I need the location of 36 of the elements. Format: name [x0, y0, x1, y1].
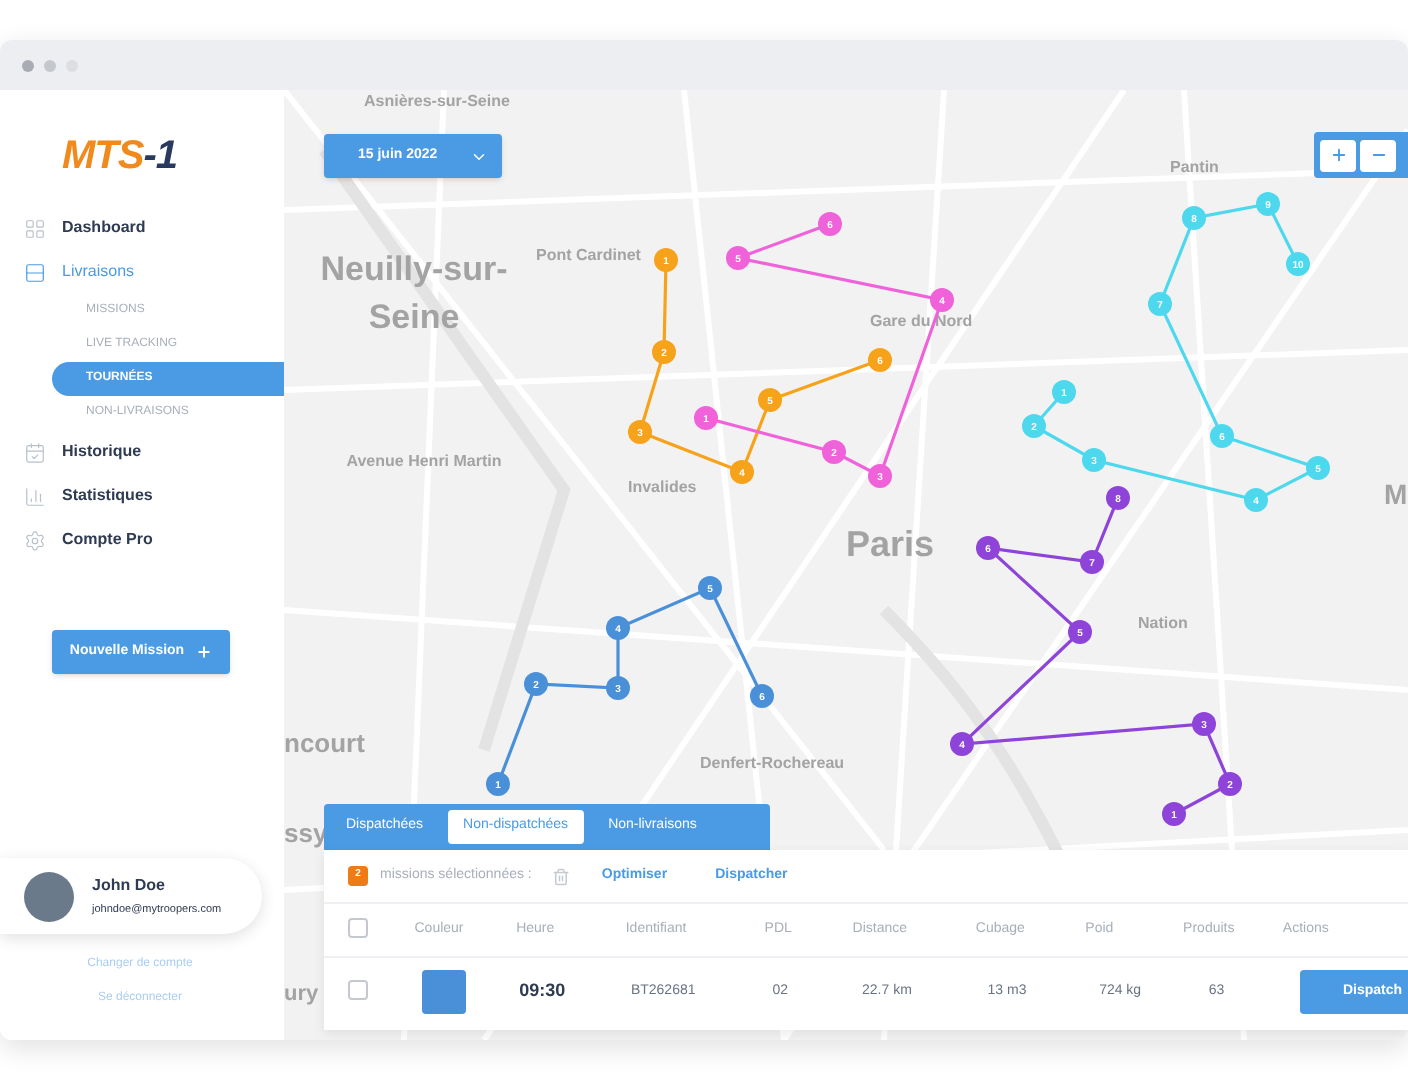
map-place-label: Nation [1138, 612, 1188, 636]
nav-item[interactable]: Compte Pro [62, 528, 153, 552]
trash-icon[interactable] [551, 867, 570, 885]
map-place-label: ssy [284, 816, 328, 852]
nav-item[interactable]: Dashboard [62, 216, 146, 240]
plus-icon [1329, 146, 1347, 164]
map-place-label: Pantin [1170, 156, 1219, 180]
map-place-label: M [1384, 476, 1408, 514]
gear-icon [24, 529, 46, 551]
bar-chart-icon [24, 485, 46, 507]
map-place-label: Gare du Nord [870, 310, 973, 334]
map-place-label: Invalides [628, 476, 697, 500]
nav-item[interactable]: Statistiques [62, 484, 153, 508]
calendar-icon [24, 441, 46, 463]
map-place-label: Asnières-sur-Seine [364, 90, 510, 114]
grid-icon [24, 217, 46, 239]
map-place-label: ncourt [284, 726, 365, 762]
zoom-out-button[interactable] [1360, 139, 1396, 171]
checkbox[interactable] [348, 918, 368, 938]
map-place-label: ury [284, 980, 319, 1010]
nav-item[interactable]: Historique [62, 440, 142, 464]
plus-icon [196, 644, 213, 660]
nav-item[interactable]: Livraisons [62, 260, 135, 284]
map-place-label: Denfert-Rochereau [700, 752, 845, 776]
zoom-in-button[interactable] [1320, 139, 1356, 171]
stacked-rows-icon [24, 261, 46, 283]
checkbox[interactable] [348, 980, 368, 1000]
map-place-label: Avenue Henri Martin [344, 450, 504, 474]
user-name: John Doe [92, 873, 167, 898]
map-place-label: Neuilly-sur-Seine [318, 248, 510, 340]
map[interactable] [284, 90, 1408, 1040]
map-place-label: Paris [846, 522, 935, 568]
table-cell-text: 09:30 [519, 978, 568, 1005]
logo: MTS-1 [62, 134, 178, 178]
map-place-label: Pont Cardinet [536, 244, 641, 268]
avatar [24, 871, 74, 921]
